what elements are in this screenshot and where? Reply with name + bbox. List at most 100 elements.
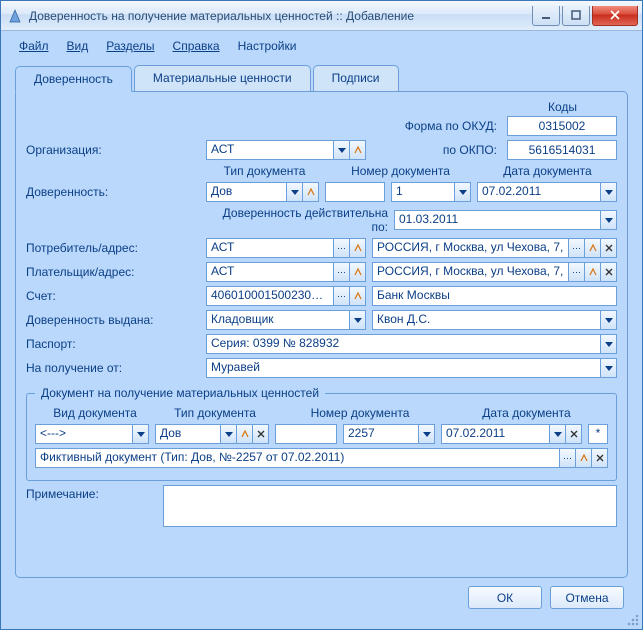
sub-num-right[interactable]: 2257: [343, 424, 435, 444]
dropdown-icon[interactable]: [600, 311, 616, 329]
dropdown-icon[interactable]: [600, 211, 616, 229]
client-area: Файл Вид Разделы Справка Настройки Довер…: [1, 31, 642, 629]
dropdown-icon[interactable]: [600, 359, 616, 377]
menu-file[interactable]: Файл: [19, 39, 49, 53]
sub-vid-field[interactable]: <--->: [35, 424, 149, 444]
resize-grip-icon[interactable]: [627, 614, 639, 626]
ok-button[interactable]: ОК: [468, 586, 542, 609]
lookup-icon[interactable]: [349, 141, 365, 159]
lookup-icon[interactable]: [584, 263, 600, 281]
ellipsis-icon[interactable]: ⋯: [333, 263, 349, 281]
lookup-icon[interactable]: [349, 263, 365, 281]
lookup-icon[interactable]: [575, 449, 591, 467]
dropdown-icon[interactable]: [333, 141, 349, 159]
app-icon: [7, 8, 23, 24]
dropdown-icon[interactable]: [220, 425, 236, 443]
sub-col-vid: Вид документа: [35, 406, 155, 420]
ellipsis-icon[interactable]: ⋯: [333, 239, 349, 257]
close-button[interactable]: [592, 6, 638, 26]
menu-view[interactable]: Вид: [67, 39, 89, 53]
okud-label: Форма по ОКУД:: [405, 119, 497, 133]
menu-help[interactable]: Справка: [173, 39, 220, 53]
sub-date-field[interactable]: 07.02.2011: [441, 424, 582, 444]
payer-addr-field[interactable]: РОССИЯ, г Москва, ул Чехова, 7, ⋯: [372, 262, 617, 282]
issued-role-field[interactable]: Кладовщик: [206, 310, 366, 330]
sub-col-num: Номер документа: [275, 406, 445, 420]
clear-icon[interactable]: [565, 425, 581, 443]
ellipsis-icon[interactable]: ⋯: [568, 263, 584, 281]
note-label: Примечание:: [26, 485, 163, 501]
clear-icon[interactable]: [600, 263, 616, 281]
tab-panel: Коды Форма по ОКУД: 0315002 Организация:…: [15, 91, 628, 578]
sub-col-type: Тип документа: [155, 406, 275, 420]
ellipsis-icon[interactable]: ⋯: [568, 239, 584, 257]
from-label: На получение от:: [26, 361, 206, 375]
consumer-label: Потребитель/адрес:: [26, 241, 206, 255]
valid-till-field[interactable]: 01.03.2011: [394, 210, 617, 230]
lookup-icon[interactable]: [584, 239, 600, 257]
clear-icon[interactable]: [600, 239, 616, 257]
note-field[interactable]: [163, 485, 617, 527]
okpo-value: 5616514031: [507, 140, 617, 160]
dropdown-icon[interactable]: [349, 311, 365, 329]
passport-field[interactable]: Серия: 0399 № 828932: [206, 334, 617, 354]
issued-name-field[interactable]: Квон Д.С.: [372, 310, 617, 330]
consumer-addr-field[interactable]: РОССИЯ, г Москва, ул Чехова, 7, ⋯: [372, 238, 617, 258]
okud-value: 0315002: [507, 116, 617, 136]
warrant-type-field[interactable]: Дов: [206, 182, 319, 202]
maximize-button[interactable]: [562, 6, 590, 26]
menubar: Файл Вид Разделы Справка Настройки: [5, 35, 638, 57]
org-field[interactable]: АСТ: [206, 140, 366, 160]
app-window: Доверенность на получение материальных ц…: [0, 0, 643, 630]
lookup-icon[interactable]: [236, 425, 252, 443]
menu-sections[interactable]: Разделы: [106, 39, 154, 53]
lookup-icon[interactable]: [302, 183, 318, 201]
valid-till-label: Доверенность действительна по:: [206, 206, 394, 234]
from-field[interactable]: Муравей: [206, 358, 617, 378]
warrant-label: Доверенность:: [26, 185, 206, 199]
clear-icon[interactable]: [252, 425, 268, 443]
dropdown-icon[interactable]: [549, 425, 565, 443]
dropdown-icon[interactable]: [418, 425, 434, 443]
sub-legend: Документ на получение материальных ценно…: [35, 386, 325, 400]
sub-type-field[interactable]: Дов: [155, 424, 269, 444]
sub-col-date: Дата документа: [445, 406, 608, 420]
lookup-icon[interactable]: [349, 239, 365, 257]
dropdown-icon[interactable]: [600, 183, 616, 201]
lookup-icon[interactable]: [349, 287, 365, 305]
bank-field[interactable]: Банк Москвы: [372, 286, 617, 306]
dropdown-icon[interactable]: [600, 335, 616, 353]
col-number: Номер документа: [323, 164, 478, 178]
payer-label: Плательщик/адрес:: [26, 265, 206, 279]
cancel-button[interactable]: Отмена: [550, 586, 624, 609]
minimize-button[interactable]: [532, 6, 560, 26]
account-field[interactable]: 40601000150023002... ⋯: [206, 286, 366, 306]
tab-warrant[interactable]: Доверенность: [15, 66, 132, 92]
tab-materials[interactable]: Материальные ценности: [134, 65, 311, 91]
warrant-num-left[interactable]: [325, 182, 385, 202]
window-controls: [532, 6, 638, 26]
sub-document-group: Документ на получение материальных ценно…: [26, 386, 617, 481]
sub-star-button[interactable]: *: [588, 424, 608, 444]
org-label: Организация:: [26, 143, 206, 157]
warrant-num-right[interactable]: 1: [391, 182, 471, 202]
clear-icon[interactable]: [591, 449, 607, 467]
okpo-label: по ОКПО:: [443, 143, 497, 157]
sub-desc-field[interactable]: Фиктивный документ (Тип: Дов, №-2257 от …: [35, 448, 608, 468]
tab-signatures[interactable]: Подписи: [313, 65, 399, 91]
dropdown-icon[interactable]: [286, 183, 302, 201]
col-date: Дата документа: [478, 164, 617, 178]
ellipsis-icon[interactable]: ⋯: [559, 449, 575, 467]
window-title: Доверенность на получение материальных ц…: [29, 9, 532, 23]
tab-strip: Доверенность Материальные ценности Подпи…: [15, 65, 638, 91]
titlebar[interactable]: Доверенность на получение материальных ц…: [1, 1, 642, 31]
menu-settings[interactable]: Настройки: [238, 39, 297, 53]
dropdown-icon[interactable]: [454, 183, 470, 201]
payer-field[interactable]: АСТ ⋯: [206, 262, 366, 282]
statusbar: [5, 615, 638, 625]
ellipsis-icon[interactable]: ⋯: [333, 287, 349, 305]
consumer-field[interactable]: АСТ ⋯: [206, 238, 366, 258]
sub-num-left[interactable]: [275, 424, 337, 444]
warrant-date-field[interactable]: 07.02.2011: [477, 182, 617, 202]
dropdown-icon[interactable]: [132, 425, 148, 443]
